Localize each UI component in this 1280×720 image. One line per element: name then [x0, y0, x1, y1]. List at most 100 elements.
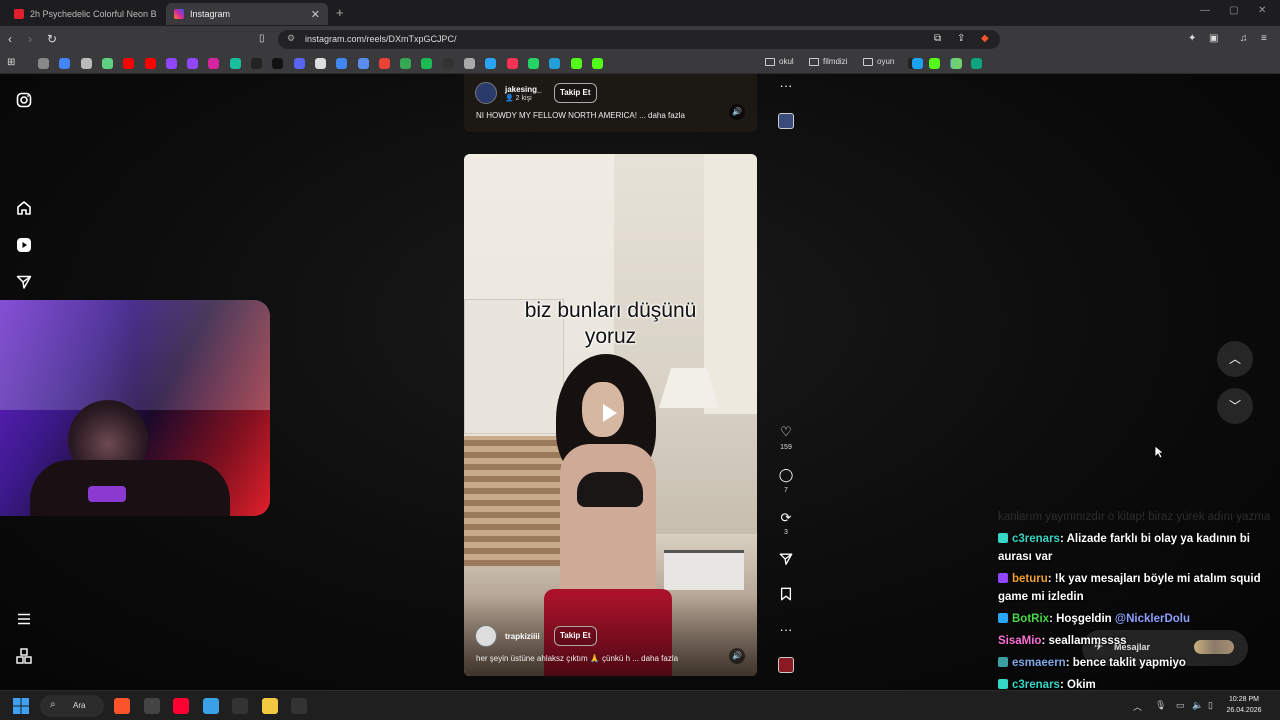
comment-icon[interactable]: ◯: [777, 467, 795, 483]
bookmark-favicon-icon[interactable]: [570, 58, 582, 69]
network-icon[interactable]: ▭: [1176, 700, 1185, 711]
username[interactable]: jakesing_: [505, 85, 541, 94]
follow-button[interactable]: Takip Et: [554, 626, 597, 646]
site-info-icon[interactable]: ⚙: [287, 33, 295, 44]
avatar[interactable]: [475, 82, 497, 104]
sync-app-icon[interactable]: [232, 698, 248, 714]
bookmark-favicon-icon[interactable]: [549, 58, 561, 69]
bookmark-folder-okul[interactable]: okul: [765, 57, 794, 66]
bookmark-favicon-icon[interactable]: [506, 58, 518, 69]
bookmark-favicon-icon[interactable]: [314, 58, 326, 69]
send-icon[interactable]: [777, 552, 795, 570]
bookmark-favicon-icon[interactable]: [912, 58, 923, 69]
bookmark-favicon-icon[interactable]: [971, 58, 982, 69]
send-icon[interactable]: [16, 274, 32, 290]
youtube-music-app-icon[interactable]: [173, 698, 189, 714]
reels-icon[interactable]: [16, 237, 32, 253]
bookmark-icon[interactable]: ▯: [259, 32, 265, 46]
previous-reel[interactable]: jakesing_ 👤 2 kişi Takip Et NI HOWDY MY …: [464, 74, 757, 132]
brave-shield-icon[interactable]: ◆: [981, 32, 989, 46]
close-window-button[interactable]: ✕: [1258, 5, 1266, 16]
play-icon[interactable]: [603, 404, 617, 422]
reel-description[interactable]: NI HOWDY MY FELLOW NORTH AMERICA! ... da…: [476, 111, 685, 120]
bookmark-favicon-icon[interactable]: [464, 58, 475, 69]
minimize-button[interactable]: —: [1200, 5, 1210, 16]
more-options-icon[interactable]: ···: [777, 78, 795, 94]
avatar[interactable]: [475, 625, 497, 647]
address-bar[interactable]: ⚙ instagram.com/reels/DXmTxpGCJPC/: [278, 30, 1000, 49]
share-icon[interactable]: ⇪: [957, 32, 965, 46]
volume-icon[interactable]: 🔈: [1192, 700, 1203, 711]
tab-youtube[interactable]: 2h Psychedelic Colorful Neon Backgr: [6, 3, 164, 25]
extensions-icon[interactable]: ✦: [1188, 32, 1196, 46]
save-icon[interactable]: [777, 587, 795, 605]
file-explorer-app-icon[interactable]: [261, 698, 278, 714]
bookmark-favicon-icon[interactable]: [929, 58, 940, 69]
volume-icon[interactable]: 🔊: [729, 648, 745, 664]
bookmark-favicon-icon[interactable]: [527, 58, 539, 69]
next-reel-button[interactable]: ﹀: [1217, 388, 1253, 424]
bookmark-favicon-icon[interactable]: [187, 58, 199, 69]
tab-instagram[interactable]: Instagram ✕: [166, 3, 328, 25]
obs-app-icon[interactable]: [143, 698, 160, 714]
bookmark-favicon-icon[interactable]: [357, 58, 369, 69]
bookmark-favicon-icon[interactable]: [59, 58, 71, 69]
bookmark-favicon-icon[interactable]: [951, 58, 962, 69]
close-tab-icon[interactable]: ✕: [311, 8, 320, 21]
taskbar-clock[interactable]: 10:28 PM 26.04.2026: [1222, 694, 1266, 716]
brave-app-icon[interactable]: [114, 698, 130, 714]
bookmark-favicon-icon[interactable]: [272, 58, 284, 69]
menu-icon[interactable]: [16, 611, 32, 627]
bookmark-favicon-icon[interactable]: [442, 58, 454, 69]
bookmark-favicon-icon[interactable]: [400, 58, 412, 69]
username[interactable]: trapkiziiii: [505, 632, 540, 641]
bookmark-favicon-icon[interactable]: [101, 58, 113, 69]
bookmark-favicon-icon[interactable]: [378, 58, 390, 69]
previous-reel-button[interactable]: ︿: [1217, 341, 1253, 377]
media-icon[interactable]: ♫: [1240, 32, 1248, 46]
bookmark-favicon-icon[interactable]: [165, 58, 177, 69]
reel-description[interactable]: her şeyin üstüne ahlaksz çıktım 🙏 çünkü …: [476, 654, 678, 663]
bookmark-favicon-icon[interactable]: [421, 58, 433, 69]
bookmark-favicon-icon[interactable]: [293, 58, 305, 69]
bookmark-folder-oyun[interactable]: oyun: [863, 57, 894, 66]
audio-thumbnail[interactable]: [778, 657, 794, 673]
browser-menu-icon[interactable]: ≡: [1261, 32, 1267, 46]
bookmark-favicon-icon[interactable]: [485, 58, 497, 69]
bookmark-favicon-icon[interactable]: [144, 58, 156, 69]
new-tab-button[interactable]: +: [336, 5, 344, 20]
apps-grid-icon[interactable]: ⊞: [7, 56, 15, 70]
photos-app-icon[interactable]: [202, 698, 219, 714]
bookmark-favicon-icon[interactable]: [336, 58, 348, 69]
bookmark-favicon-icon[interactable]: [251, 58, 262, 69]
follow-button[interactable]: Takip Et: [554, 83, 597, 103]
open-external-icon[interactable]: ⧉: [934, 32, 941, 46]
home-icon[interactable]: [16, 200, 32, 216]
more-options-icon[interactable]: ···: [777, 622, 795, 638]
bookmark-folder-filmdizi[interactable]: filmdizi: [809, 57, 847, 66]
instagram-icon[interactable]: [16, 92, 32, 108]
maximize-button[interactable]: ▢: [1229, 5, 1238, 16]
bookmark-favicon-icon[interactable]: [208, 58, 220, 69]
bookmark-favicon-icon[interactable]: [229, 58, 241, 69]
reload-icon[interactable]: ↻: [47, 32, 57, 46]
current-reel[interactable]: biz bunları düşünü yoruz trapkiziiii Taki…: [464, 154, 757, 676]
bookmark-favicon-icon[interactable]: [123, 58, 135, 69]
more-apps-icon[interactable]: [16, 648, 32, 664]
bookmark-favicon-icon[interactable]: [591, 58, 603, 69]
back-icon[interactable]: ‹: [8, 32, 12, 46]
repost-icon[interactable]: ⟳: [777, 510, 795, 526]
tray-overflow-icon[interactable]: ︿: [1133, 700, 1142, 713]
forward-icon[interactable]: ›: [28, 32, 32, 46]
like-icon[interactable]: ♡: [777, 424, 795, 440]
bookmark-favicon-icon[interactable]: [38, 58, 49, 69]
taskbar-search[interactable]: ⌕ Ara: [40, 695, 104, 717]
audio-thumbnail[interactable]: [778, 113, 794, 129]
battery-icon[interactable]: ▯: [1208, 700, 1213, 711]
microphone-icon[interactable]: 🎙: [1155, 700, 1166, 711]
opera-gx-app-icon[interactable]: [291, 698, 307, 714]
volume-icon[interactable]: 🔊: [729, 104, 745, 120]
windows-start-icon[interactable]: [13, 698, 29, 714]
bookmark-favicon-icon[interactable]: [80, 58, 92, 69]
sidebar-toggle-icon[interactable]: ▣: [1209, 32, 1218, 46]
